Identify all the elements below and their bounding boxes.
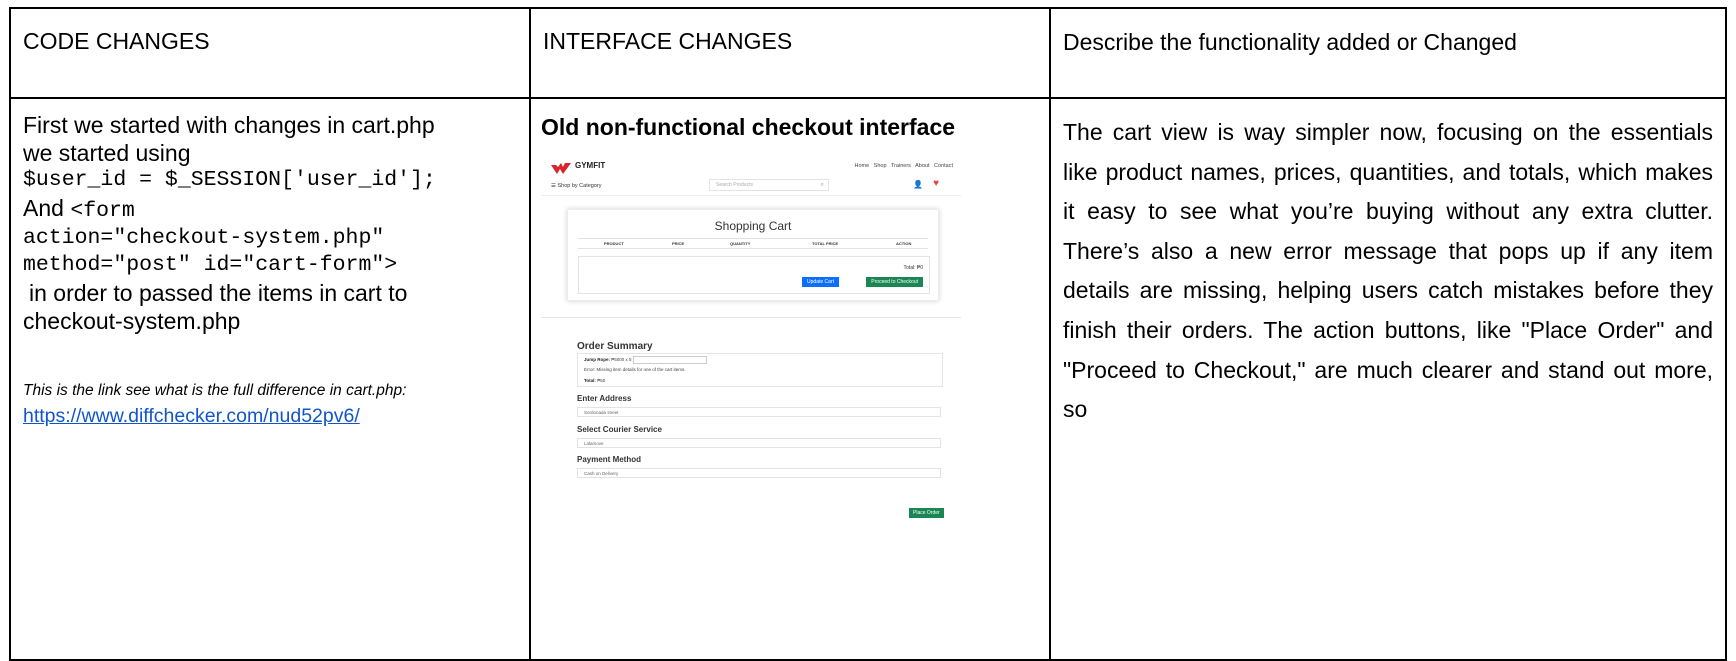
heart-icon: ♥ <box>933 178 939 189</box>
header-functionality: Describe the functionality added or Chan… <box>1063 29 1517 55</box>
code-form-open: <form <box>70 199 135 223</box>
header-code-changes-cell: CODE CHANGES <box>9 7 531 99</box>
code-session-user-id: $user_id = $_SESSION['user_id']; <box>23 168 436 192</box>
mock-col-product: PRODUCT <box>604 241 624 246</box>
mock-section-divider <box>541 317 961 318</box>
diffchecker-link[interactable]: https://www.diffchecker.com/nud52pv6/ <box>23 405 360 427</box>
diff-note: This is the link see what is the full di… <box>23 382 407 399</box>
header-code-changes: CODE CHANGES <box>23 28 210 54</box>
mock-col-total-price: TOTAL PRICE <box>812 241 839 246</box>
mock-nav: Home Shop Trainers About Contact <box>854 163 953 169</box>
mock-order-summary-title: Order Summary <box>577 341 653 352</box>
mock-col-quantity: QUANTITY <box>730 241 751 246</box>
checkout-screenshot: GYMFIT Home Shop Trainers About Contact … <box>541 151 961 591</box>
search-icon: ⌕ <box>820 182 824 188</box>
after-line-1: in order to passed the items in cart to <box>29 280 408 306</box>
mock-update-cart-button: Update Cart <box>802 277 839 287</box>
after-line-2: checkout-system.php <box>23 308 241 334</box>
interface-changes-cell: Old non-functional checkout interface GY… <box>529 97 1051 661</box>
mock-address-field: Sordonada street <box>577 407 941 417</box>
mock-cart-title: Shopping Cart <box>714 219 792 233</box>
mock-courier-field: Lalamove <box>577 438 941 448</box>
intro-line-1: First we started with changes in cart.ph… <box>23 112 435 138</box>
mock-item-input <box>632 356 707 364</box>
mock-search-input: Search Products ⌕ <box>709 179 829 191</box>
mock-place-order-button: Place Order <box>909 508 944 518</box>
mock-error-message: Error: Missing item details for one of t… <box>584 367 686 372</box>
mock-shopping-cart: Shopping Cart PRODUCT PRICE QUANTITY TOT… <box>567 209 939 301</box>
mock-proceed-checkout-button: Proceed to Checkout <box>866 277 923 287</box>
code-changes-cell: First we started with changes in cart.ph… <box>9 97 531 661</box>
mock-shop-by-category: ☰ Shop by Category <box>551 183 602 189</box>
mock-col-action: ACTION <box>896 241 912 246</box>
gymfit-logo-icon <box>551 163 571 174</box>
mock-payment-field: Cash on Delivery <box>577 468 941 478</box>
user-icon: 👤 <box>913 180 923 189</box>
changes-table: CODE CHANGES INTERFACE CHANGES Describe … <box>9 7 1727 661</box>
mock-order-summary-box: Jump Rope: ₱5000 x 5 Error: Missing item… <box>577 353 943 387</box>
mock-cart-total: Total: ₱0 <box>903 265 923 271</box>
intro-line-2: we started using <box>23 140 191 166</box>
interface-title: Old non-functional checkout interface <box>541 114 956 140</box>
mock-col-price: PRICE <box>672 241 685 246</box>
mock-brand: GYMFIT <box>575 161 606 170</box>
code-form-line: And <form <box>23 194 517 225</box>
content-row: First we started with changes in cart.ph… <box>9 97 1727 661</box>
functionality-text: The cart view is way simpler now, focusi… <box>1063 119 1713 423</box>
code-form-method: method="post" id="cart-form"> <box>23 253 398 277</box>
document-page: CODE CHANGES INTERFACE CHANGES Describe … <box>0 0 1736 661</box>
mock-courier-label: Select Courier Service <box>577 425 662 434</box>
mock-payment-label: Payment Method <box>577 455 642 464</box>
header-row: CODE CHANGES INTERFACE CHANGES Describe … <box>9 7 1727 99</box>
mock-item-row: Jump Rope: ₱5000 x 5 <box>584 356 707 364</box>
mock-cart-columns: PRODUCT PRICE QUANTITY TOTAL PRICE ACTIO… <box>578 238 928 249</box>
and-label: And <box>23 195 64 221</box>
functionality-cell: The cart view is way simpler now, focusi… <box>1049 97 1727 661</box>
mock-enter-address-label: Enter Address <box>577 394 632 403</box>
header-interface-changes-cell: INTERFACE CHANGES <box>529 7 1051 99</box>
header-interface-changes: INTERFACE CHANGES <box>543 28 793 54</box>
mock-cart-total-box: Total: ₱0 Update Cart Proceed to Checkou… <box>578 256 930 294</box>
mock-divider <box>541 195 961 196</box>
code-form-action: action="checkout-system.php" <box>23 226 385 250</box>
header-functionality-cell: Describe the functionality added or Chan… <box>1049 7 1727 99</box>
mock-summary-total: Total: ₱50 <box>584 378 606 383</box>
